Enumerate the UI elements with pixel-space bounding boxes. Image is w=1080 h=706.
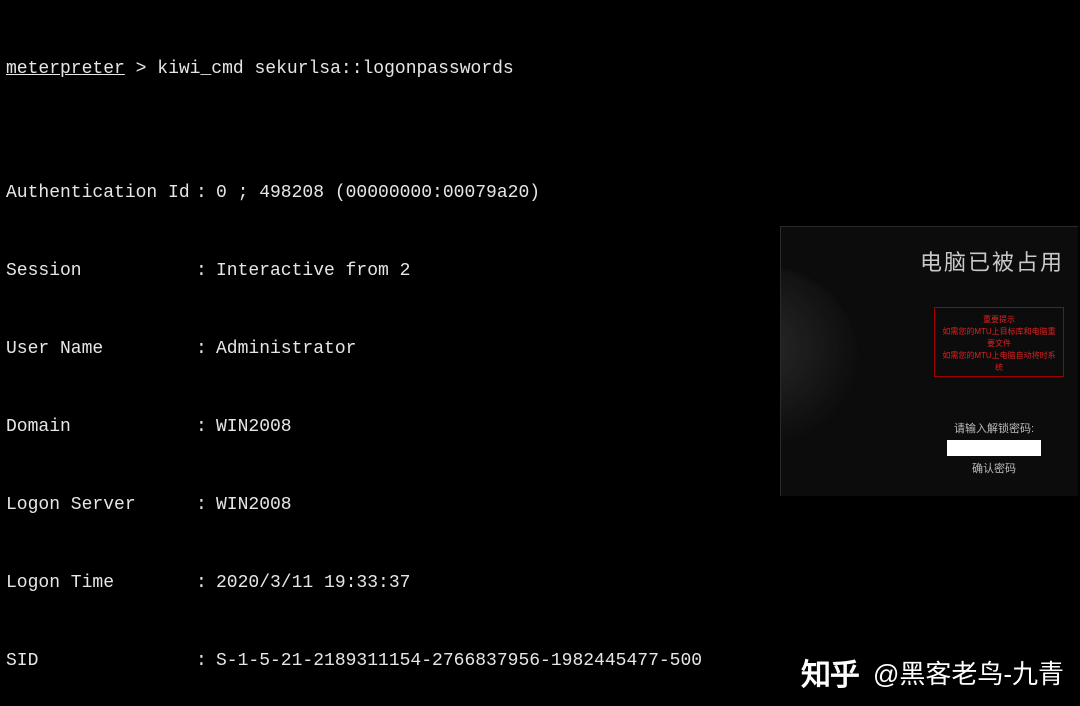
zhihu-watermark: 知乎 @黑客老鸟-九青 bbox=[801, 650, 1064, 694]
auth-id-row: Authentication Id: 0 ; 498208 (00000000:… bbox=[6, 180, 1074, 206]
prompt-separator: > bbox=[136, 59, 147, 79]
prompt-label: meterpreter bbox=[6, 59, 125, 79]
zhihu-logo: 知乎 bbox=[801, 650, 859, 694]
session-label: Session bbox=[6, 258, 196, 284]
logon-server-label: Logon Server bbox=[6, 492, 196, 518]
logon-time-value: 2020/3/11 19:33:37 bbox=[216, 570, 410, 596]
sid-value: S-1-5-21-2189311154-2766837956-198244547… bbox=[216, 648, 702, 674]
domain-label: Domain bbox=[6, 414, 196, 440]
logon-server-value: WIN2008 bbox=[216, 492, 292, 518]
ransom-password-input[interactable] bbox=[947, 440, 1041, 456]
username-label: User Name bbox=[6, 336, 196, 362]
ransom-title: 电脑已被占用 bbox=[920, 245, 1064, 277]
domain-value: WIN2008 bbox=[216, 414, 292, 440]
auth-id-value: 0 ; 498208 (00000000:00079a20) bbox=[216, 180, 540, 206]
ransom-box-line2: 如需您的MTU上目标库和电脑重要文件 bbox=[939, 326, 1059, 350]
sid-label: SID bbox=[6, 648, 196, 674]
logon-time-row: Logon Time: 2020/3/11 19:33:37 bbox=[6, 570, 1074, 596]
zhihu-author: @黑客老鸟-九青 bbox=[873, 654, 1064, 691]
ransom-box-line1: 重要提示 bbox=[939, 314, 1059, 326]
ransom-unlock-area: 请输入解锁密码: 确认密码 bbox=[924, 420, 1064, 476]
ransom-confirm-button[interactable]: 确认密码 bbox=[924, 460, 1064, 476]
auth-id-label: Authentication Id bbox=[6, 180, 196, 206]
prompt-line: meterpreter > kiwi_cmd sekurlsa::logonpa… bbox=[6, 56, 1074, 82]
command-text: kiwi_cmd sekurlsa::logonpasswords bbox=[157, 59, 513, 79]
session-value: Interactive from 2 bbox=[216, 258, 410, 284]
username-value: Administrator bbox=[216, 336, 356, 362]
logon-time-label: Logon Time bbox=[6, 570, 196, 596]
ransom-face-image bbox=[780, 267, 861, 467]
ransom-box-line3: 如需您的MTU上电脑自动将时系统 bbox=[939, 350, 1059, 374]
ransom-warning-box: 重要提示 如需您的MTU上目标库和电脑重要文件 如需您的MTU上电脑自动将时系统 bbox=[934, 307, 1064, 377]
ransom-unlock-label: 请输入解锁密码: bbox=[924, 420, 1064, 436]
ransom-overlay: 电脑已被占用 重要提示 如需您的MTU上目标库和电脑重要文件 如需您的MTU上电… bbox=[780, 226, 1078, 496]
